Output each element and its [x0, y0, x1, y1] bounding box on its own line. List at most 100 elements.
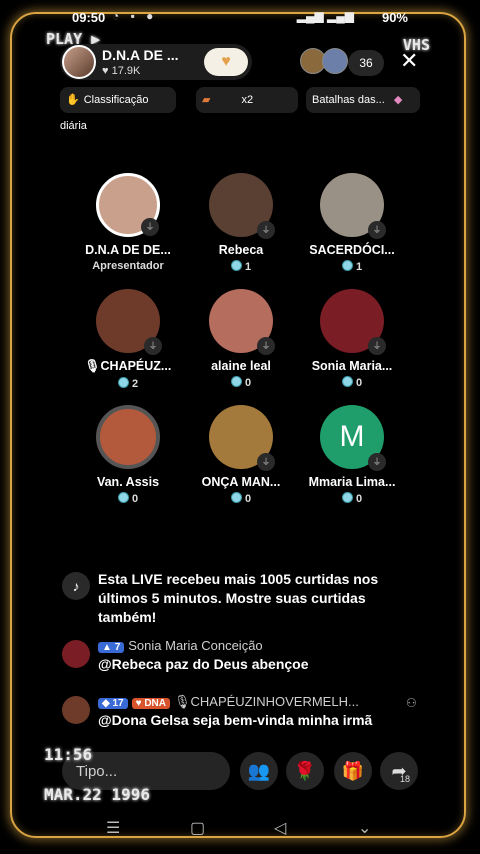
rose-icon: 🌹	[293, 761, 317, 781]
guest-initial: M	[339, 420, 365, 453]
guest-slot[interactable]: ⏚ 🎙CHAPÉUZ... 2	[68, 289, 188, 390]
guest-avatar[interactable]: M ⏚	[320, 405, 386, 471]
microphone-icon: 🎙	[84, 359, 101, 373]
guest-slot[interactable]: ⏚ D.N.A DE DE... Apresentador	[68, 173, 188, 272]
car-icon: ▰	[202, 94, 211, 106]
guest-name: alaine leal	[211, 359, 271, 373]
guest-coins: 1	[181, 260, 301, 273]
guest-avatar[interactable]: ⏚	[209, 289, 275, 355]
battles-pill[interactable]: Batalhas das... ◆	[306, 87, 420, 113]
guest-avatar[interactable]: ⏚	[96, 173, 160, 237]
daily-ranking-pill[interactable]: ✋ Classificação diária	[60, 87, 176, 132]
guest-slot[interactable]: ⏚ Sonia Maria... 0	[292, 289, 412, 389]
viewer-avatar[interactable]	[322, 48, 348, 74]
follow-button[interactable]: ♥	[204, 48, 248, 76]
comment-header: ▲ 7 Sonia Maria Conceição	[98, 638, 263, 653]
guest-avatar[interactable]: ⏚	[320, 173, 386, 239]
multiplier-pill[interactable]: ▰ x2	[196, 87, 298, 113]
team-badge: ♥ DNA	[131, 698, 170, 709]
hand-icon: ✋	[66, 94, 80, 106]
guest-role: Apresentador	[92, 260, 164, 272]
keyboard-icon[interactable]: ⌄	[358, 818, 371, 838]
guest-name: Rebeca	[218, 243, 264, 257]
mic-icon: ⏚	[141, 218, 159, 236]
guest-avatar[interactable]	[96, 405, 160, 469]
mic-icon: ⏚	[257, 221, 275, 239]
guest-coins: 0	[181, 376, 301, 389]
add-friend-icon[interactable]: ⚇	[406, 696, 417, 710]
host-avatar[interactable]	[62, 45, 96, 79]
guest-name: SACERDÓCI...	[309, 243, 395, 257]
coin-icon	[230, 376, 242, 387]
guest-avatar[interactable]: ⏚	[209, 405, 275, 471]
gem-icon: ◆	[393, 94, 403, 106]
vhs-clock-overlay: 11:56	[44, 745, 93, 764]
viewer-count[interactable]: 36	[348, 50, 384, 76]
guest-name: Van. Assis	[96, 475, 160, 489]
recent-apps-icon[interactable]: ☰	[106, 818, 120, 838]
guest-coins: 0	[292, 492, 412, 505]
guest-slot[interactable]: ⏚ Rebeca 1	[181, 173, 301, 273]
microphone-icon: 🎙	[173, 694, 191, 709]
system-nav-bar: ☰ ▢ ◁ ⌄	[0, 810, 480, 846]
share-count: 18	[400, 774, 411, 784]
gift-button[interactable]: 🎁	[334, 752, 372, 790]
guest-coins: 2	[68, 377, 188, 390]
mic-icon: ⏚	[368, 453, 386, 471]
close-icon[interactable]: ✕	[400, 48, 418, 74]
guest-coins: 0	[68, 492, 188, 505]
guest-slot[interactable]: M ⏚ Mmaria Lima... 0	[292, 405, 412, 505]
back-icon[interactable]: ◁	[274, 818, 286, 838]
guest-slot[interactable]: ⏚ alaine leal 0	[181, 289, 301, 389]
host-name: D.N.A DE ...	[102, 47, 179, 63]
guest-avatar[interactable]: ⏚	[320, 289, 386, 355]
guest-name: 🎙CHAPÉUZ...	[84, 359, 172, 373]
signal-icons: ▂▄▆ ▂▄▆	[296, 9, 354, 23]
coin-icon	[341, 260, 353, 271]
battles-label: Batalhas das...	[312, 94, 385, 106]
guest-name: D.N.A DE DE...	[85, 243, 171, 257]
comment-user[interactable]: Sonia Maria Conceição	[128, 638, 262, 653]
guest-slot[interactable]: Van. Assis 0	[68, 405, 188, 505]
coin-icon	[230, 260, 242, 271]
top-viewers[interactable]	[300, 48, 350, 76]
comment-header: ◆ 17 ♥ DNA 🎙CHAPÉUZINHOVERMELH...	[98, 694, 359, 710]
gift-icon: 🎁	[341, 761, 365, 781]
mic-icon: ⏚	[257, 337, 275, 355]
status-time: 09:50	[72, 10, 106, 25]
guest-slot[interactable]: ⏚ ONÇA MAN... 0	[181, 405, 301, 505]
guest-coins: 0	[292, 376, 412, 389]
comment-user[interactable]: CHAPÉUZINHOVERMELH...	[191, 694, 359, 709]
guest-coins: 1	[292, 260, 412, 273]
commenter-avatar[interactable]	[62, 696, 90, 724]
home-icon[interactable]: ▢	[190, 818, 205, 838]
host-likes-count: 17.9K	[111, 65, 141, 77]
host-likes: ♥ 17.9K	[102, 65, 140, 77]
comment-text: @Dona Gelsa seja bem-vinda minha irmã	[98, 712, 373, 728]
guest-coins: 0	[181, 492, 301, 505]
guest-name: ONÇA MAN...	[201, 475, 281, 489]
tiktok-icon: ♪	[62, 572, 90, 600]
mic-icon: ⏚	[368, 221, 386, 239]
coin-icon	[341, 376, 353, 387]
people-icon: 👥	[247, 761, 271, 781]
coin-icon	[341, 492, 353, 503]
system-message-text: Esta LIVE recebeu mais 1005 curtidas nos…	[98, 571, 379, 625]
guest-name: Mmaria Lima...	[308, 475, 396, 489]
guest-avatar[interactable]: ⏚	[96, 289, 162, 355]
mic-icon: ⏚	[368, 337, 386, 355]
guests-button[interactable]: 👥	[240, 752, 278, 790]
battery-level: 90%	[381, 10, 408, 25]
rose-button[interactable]: 🌹	[286, 752, 324, 790]
multiplier-label: x2	[241, 94, 254, 106]
guest-avatar[interactable]: ⏚	[209, 173, 275, 239]
guest-slot[interactable]: ⏚ SACERDÓCI... 1	[292, 173, 412, 273]
level-badge: ▲ 7	[98, 642, 125, 653]
coin-icon	[230, 492, 242, 503]
commenter-avatar[interactable]	[62, 640, 90, 668]
share-button[interactable]: ➦	[380, 752, 418, 790]
status-bar: 09:50 ◔ ▪ ● ▂▄▆ ▂▄▆ 90%	[0, 0, 480, 32]
coin-icon	[117, 377, 129, 388]
host-card[interactable]: D.N.A DE ... ♥ 17.9K ♥	[60, 44, 252, 80]
mic-icon: ⏚	[144, 337, 162, 355]
